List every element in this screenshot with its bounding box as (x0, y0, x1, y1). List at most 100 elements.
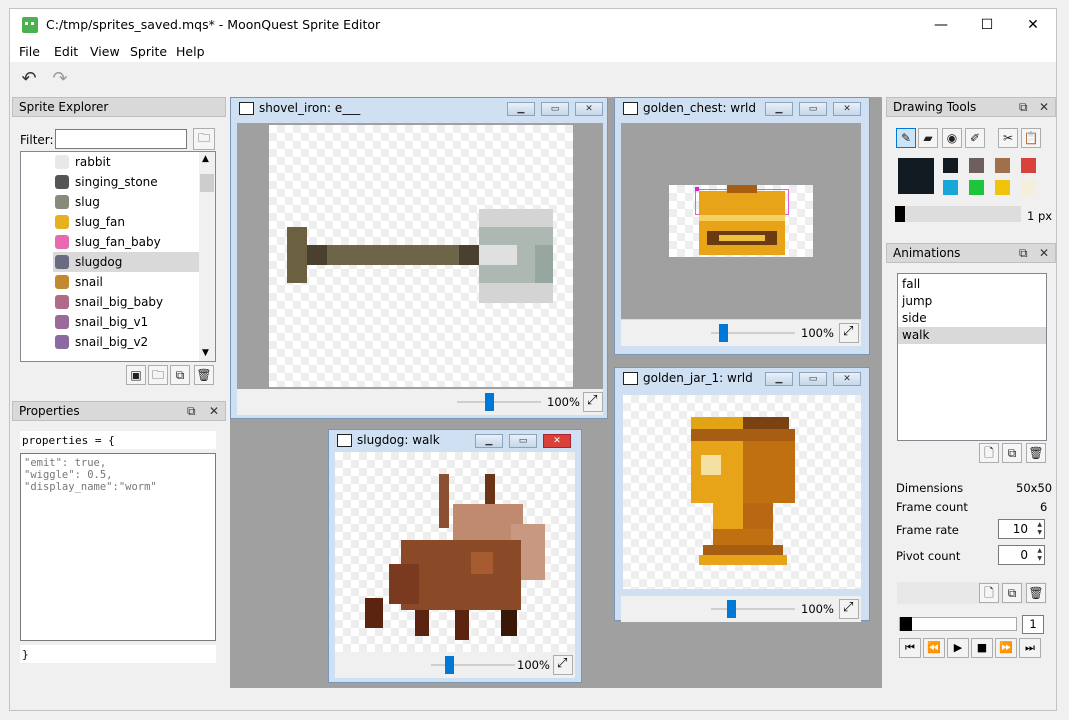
close-icon[interactable]: ✕ (1039, 246, 1049, 260)
float-icon[interactable]: ⧉ (1019, 100, 1028, 115)
zoom-slider-thumb[interactable] (727, 600, 736, 618)
duplicate-button[interactable]: ⧉ (170, 365, 190, 385)
palette-swatch[interactable] (969, 158, 984, 173)
list-item[interactable]: snail_big_baby (53, 292, 199, 312)
list-item[interactable]: slug_fan_baby (53, 232, 199, 252)
zoom-slider-track[interactable] (431, 664, 515, 666)
brush-size-thumb[interactable] (895, 206, 905, 222)
add-image-button[interactable]: ▣ (126, 365, 146, 385)
eye-tool-button[interactable]: ◉ (942, 128, 962, 148)
list-item[interactable]: snail_big_v1 (53, 312, 199, 332)
palette-swatch[interactable] (969, 180, 984, 195)
palette-swatch[interactable] (943, 158, 958, 173)
sprite-canvas[interactable] (269, 125, 573, 387)
subwindow-close-button[interactable]: ✕ (575, 102, 603, 116)
subwindow-minimize-button[interactable]: ▁ (765, 102, 793, 116)
palette-swatch[interactable] (995, 180, 1010, 195)
zoom-slider-thumb[interactable] (445, 656, 454, 674)
new-animation-button[interactable]: 🗋 (979, 443, 999, 463)
list-item-selected[interactable]: slugdog (53, 252, 199, 272)
subwindow-minimize-button[interactable]: ▁ (507, 102, 535, 116)
fit-zoom-button[interactable] (839, 599, 859, 619)
eraser-tool-button[interactable]: ▰ (918, 128, 938, 148)
list-item[interactable]: rabbit (53, 152, 199, 172)
play-button[interactable]: ▶ (947, 638, 969, 658)
fit-zoom-button[interactable] (553, 655, 573, 675)
list-item[interactable]: singing_stone (53, 172, 199, 192)
new-pivot-button[interactable]: 🗋 (979, 583, 999, 603)
subwindow-minimize-button[interactable]: ▁ (475, 434, 503, 448)
zoom-slider-track[interactable] (711, 608, 795, 610)
zoom-slider-thumb[interactable] (719, 324, 728, 342)
palette-swatch[interactable] (1021, 180, 1036, 195)
zoom-slider-thumb[interactable] (485, 393, 494, 411)
list-item-selected[interactable]: walk (898, 327, 1046, 344)
palette-swatch[interactable] (1021, 158, 1036, 173)
maximize-button[interactable]: ☐ (964, 9, 1010, 41)
delete-pivot-button[interactable]: 🗑 (1026, 583, 1046, 603)
subwindow-maximize-button[interactable]: ▭ (541, 102, 569, 116)
list-item[interactable]: slug_fan (53, 212, 199, 232)
properties-editor[interactable]: "emit": true, "wiggle": 0.5, "display_na… (20, 453, 216, 641)
list-item[interactable]: jump (898, 293, 1046, 310)
menu-edit[interactable]: Edit (54, 44, 78, 59)
redo-icon[interactable]: ↷ (50, 70, 70, 90)
sprite-list-scrollbar[interactable]: ▲ ▼ (199, 152, 215, 361)
sprite-canvas[interactable] (669, 185, 813, 257)
first-frame-button[interactable]: ⏮ (899, 638, 921, 658)
next-frame-button[interactable]: ⏩ (995, 638, 1017, 658)
sprite-canvas[interactable] (623, 395, 861, 589)
list-item[interactable]: snail (53, 272, 199, 292)
subwindow-close-button[interactable]: ✕ (543, 434, 571, 448)
pencil-tool-button[interactable]: ✎ (896, 128, 916, 148)
current-color-swatch[interactable] (898, 158, 934, 194)
fit-zoom-button[interactable] (583, 392, 603, 412)
list-item[interactable]: side (898, 310, 1046, 327)
list-item[interactable]: slug (53, 192, 199, 212)
menu-sprite[interactable]: Sprite (130, 44, 167, 59)
scroll-thumb[interactable] (200, 174, 214, 192)
delete-button[interactable]: 🗑 (194, 365, 214, 385)
pivot-count-spinbox[interactable]: 0 (998, 545, 1045, 565)
brush-tool-button[interactable]: ✐ (965, 128, 985, 148)
subwindow-maximize-button[interactable]: ▭ (509, 434, 537, 448)
brush-size-slider[interactable] (895, 206, 1021, 222)
add-folder-button[interactable]: 🗀 (148, 365, 168, 385)
zoom-slider-track[interactable] (457, 401, 541, 403)
menu-file[interactable]: File (19, 44, 40, 59)
prev-frame-button[interactable]: ⏪ (923, 638, 945, 658)
frame-slider[interactable] (899, 617, 1017, 631)
close-icon[interactable]: ✕ (1039, 100, 1049, 114)
palette-swatch[interactable] (995, 158, 1010, 173)
frame-slider-thumb[interactable] (900, 617, 912, 631)
float-icon[interactable]: ⧉ (187, 404, 196, 419)
subwindow-maximize-button[interactable]: ▭ (799, 372, 827, 386)
subwindow-close-button[interactable]: ✕ (833, 102, 861, 116)
subwindow-close-button[interactable]: ✕ (833, 372, 861, 386)
stop-button[interactable]: ■ (971, 638, 993, 658)
frame-rate-spinbox[interactable]: 10 (998, 519, 1045, 539)
menu-help[interactable]: Help (176, 44, 205, 59)
filter-input[interactable] (55, 129, 187, 149)
scroll-down-icon[interactable]: ▼ (202, 348, 209, 358)
open-folder-button[interactable]: 🗀 (193, 128, 215, 150)
last-frame-button[interactable]: ⏭ (1019, 638, 1041, 658)
close-icon[interactable]: ✕ (209, 404, 219, 418)
subwindow-maximize-button[interactable]: ▭ (799, 102, 827, 116)
paste-button[interactable]: 📋 (1021, 128, 1041, 148)
frame-index-field[interactable]: 1 (1022, 615, 1044, 634)
sprite-canvas[interactable] (335, 452, 575, 652)
cut-button[interactable]: ✂ (998, 128, 1018, 148)
menu-view[interactable]: View (90, 44, 120, 59)
duplicate-pivot-button[interactable]: ⧉ (1002, 583, 1022, 603)
subwindow-minimize-button[interactable]: ▁ (765, 372, 793, 386)
fit-zoom-button[interactable] (839, 323, 859, 343)
list-item[interactable]: snail_big_v2 (53, 332, 199, 352)
list-item[interactable]: fall (898, 276, 1046, 293)
scroll-up-icon[interactable]: ▲ (202, 154, 209, 164)
minimize-button[interactable]: — (918, 9, 964, 41)
delete-animation-button[interactable]: 🗑 (1026, 443, 1046, 463)
palette-swatch[interactable] (943, 180, 958, 195)
close-button[interactable]: ✕ (1010, 9, 1056, 41)
float-icon[interactable]: ⧉ (1019, 246, 1028, 261)
